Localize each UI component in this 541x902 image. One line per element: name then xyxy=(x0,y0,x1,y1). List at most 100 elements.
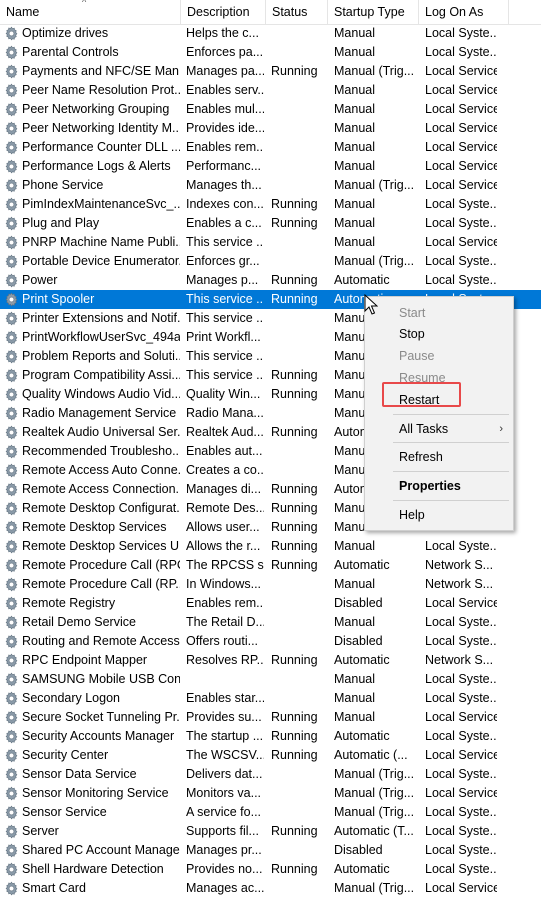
column-header-startup-type[interactable]: Startup Type xyxy=(328,0,419,24)
service-startup-type: Manual (Trig... xyxy=(334,64,415,78)
service-gear-icon xyxy=(4,102,19,117)
table-row[interactable]: Secondary Logon Enables star... Manual Loca… xyxy=(0,689,541,708)
service-log-on-as: Local Service xyxy=(425,710,497,724)
table-row[interactable]: Retail Demo Service The Retail D... Manual… xyxy=(0,613,541,632)
service-name: Realtek Audio Universal Ser... xyxy=(22,425,180,439)
sort-indicator-icon: ^ xyxy=(82,0,87,7)
context-menu: Start Stop Pause Resume Restart All Task… xyxy=(364,296,514,531)
table-row[interactable]: Phone Service Manages th... Manual (Trig..… xyxy=(0,176,541,195)
column-header-name[interactable]: ^ Name xyxy=(0,0,181,24)
table-row[interactable]: Sensor Service A service fo... Manual (Tri… xyxy=(0,803,541,822)
table-row[interactable]: Peer Networking Identity M... Provides id… xyxy=(0,119,541,138)
service-log-on-as: Network S... xyxy=(425,558,494,572)
service-startup-type: Manual (Trig... xyxy=(334,767,415,781)
service-name: Sensor Data Service xyxy=(22,767,137,781)
service-gear-icon xyxy=(4,729,19,744)
table-row[interactable]: Sensor Monitoring Service Monitors va... M… xyxy=(0,784,541,803)
service-description: This service ... xyxy=(186,311,264,325)
service-startup-type: Manual xyxy=(334,159,375,173)
menu-item-all-tasks[interactable]: All Tasks › xyxy=(365,419,513,439)
table-row[interactable]: Routing and Remote Access Offers routi...… xyxy=(0,632,541,651)
menu-item-refresh-label: Refresh xyxy=(399,450,443,464)
table-row[interactable]: RPC Endpoint Mapper Resolves RP... Running… xyxy=(0,651,541,670)
service-status: Running xyxy=(271,368,318,382)
table-row[interactable]: Secure Socket Tunneling Pr... Provides su… xyxy=(0,708,541,727)
table-row[interactable]: Shared PC Account Manager Manages pr... Di… xyxy=(0,841,541,860)
menu-item-pause-label: Pause xyxy=(399,349,435,363)
menu-item-pause[interactable]: Pause xyxy=(365,346,513,366)
table-row[interactable]: PNRP Machine Name Publi... This service .… xyxy=(0,233,541,252)
service-status xyxy=(271,765,327,784)
table-row[interactable]: Sensor Data Service Delivers dat... Manual… xyxy=(0,765,541,784)
service-description: This service ... xyxy=(186,292,264,306)
table-row[interactable]: Performance Logs & Alerts Performanc... Ma… xyxy=(0,157,541,176)
service-description: Enforces gr... xyxy=(186,254,260,268)
menu-item-properties[interactable]: Properties xyxy=(365,476,513,496)
table-row[interactable]: Peer Name Resolution Prot... Enables serv… xyxy=(0,81,541,100)
service-status: Running xyxy=(271,539,318,553)
table-row[interactable]: SAMSUNG Mobile USB Con... Manual Local Sys… xyxy=(0,670,541,689)
table-row[interactable]: Remote Procedure Call (RP... In Windows..… xyxy=(0,575,541,594)
menu-item-refresh[interactable]: Refresh xyxy=(365,447,513,467)
service-name: Program Compatibility Assi... xyxy=(22,368,180,382)
service-description: Print Workfl... xyxy=(186,330,261,344)
table-row[interactable]: Performance Counter DLL ... Enables rem..… xyxy=(0,138,541,157)
service-status: Running xyxy=(271,273,318,287)
table-row[interactable]: Remote Desktop Services U... Allows the r… xyxy=(0,537,541,556)
table-row[interactable]: Shell Hardware Detection Provides no... Ru… xyxy=(0,860,541,879)
table-row[interactable]: Payments and NFC/SE Man... Manages pa... R… xyxy=(0,62,541,81)
table-row[interactable]: Parental Controls Enforces pa... Manual Loc… xyxy=(0,43,541,62)
service-name: Routing and Remote Access xyxy=(22,634,180,648)
service-status xyxy=(271,100,327,119)
service-gear-icon xyxy=(4,482,19,497)
service-gear-icon xyxy=(4,368,19,383)
column-header-log-on-as[interactable]: Log On As xyxy=(419,0,509,24)
service-name: Print Spooler xyxy=(22,292,95,306)
service-status: Running xyxy=(271,653,318,667)
service-status: Running xyxy=(271,520,318,534)
table-row[interactable]: Remote Procedure Call (RPC) The RPCSS s..… xyxy=(0,556,541,575)
service-description: Manages th... xyxy=(186,178,262,192)
table-row[interactable]: Security Accounts Manager The startup ...… xyxy=(0,727,541,746)
service-description: Enables rem... xyxy=(186,596,264,610)
service-gear-icon xyxy=(4,121,19,136)
service-startup-type: Manual (Trig... xyxy=(334,178,415,192)
service-status xyxy=(271,233,327,252)
service-status: Running xyxy=(271,729,318,743)
service-status xyxy=(271,81,327,100)
menu-item-help[interactable]: Help xyxy=(365,505,513,525)
service-log-on-as: Local Syste... xyxy=(425,273,497,287)
table-row[interactable]: Peer Networking Grouping Enables mul... Ma… xyxy=(0,100,541,119)
menu-item-start[interactable]: Start xyxy=(365,303,513,323)
table-row[interactable]: Plug and Play Enables a c... Running Manual… xyxy=(0,214,541,233)
service-name: Peer Networking Identity M... xyxy=(22,121,180,135)
menu-item-help-label: Help xyxy=(399,508,425,522)
service-gear-icon xyxy=(4,634,19,649)
menu-item-stop[interactable]: Stop xyxy=(365,324,513,344)
service-startup-type: Automatic (T... xyxy=(334,824,414,838)
service-name: Remote Desktop Configurat... xyxy=(22,501,180,515)
service-status xyxy=(271,613,327,632)
service-startup-type: Manual xyxy=(334,577,375,591)
table-row[interactable]: Smart Card Manages ac... Manual (Trig... Lo… xyxy=(0,879,541,898)
table-row[interactable]: Server Supports fil... Running Automatic (T… xyxy=(0,822,541,841)
service-log-on-as: Local Service xyxy=(425,64,497,78)
table-row[interactable]: Power Manages p... Running Automatic Local S… xyxy=(0,271,541,290)
service-name: Peer Networking Grouping xyxy=(22,102,170,116)
service-status: Running xyxy=(271,425,318,439)
column-header-status[interactable]: Status xyxy=(266,0,328,24)
table-row[interactable]: PimIndexMaintenanceSvc_... Indexes con...… xyxy=(0,195,541,214)
table-row[interactable]: Portable Device Enumerator... Enforces gr… xyxy=(0,252,541,271)
table-row[interactable]: Optimize drives Helps the c... Manual Local… xyxy=(0,24,541,43)
service-description: Manages di... xyxy=(186,482,262,496)
service-gear-icon xyxy=(4,235,19,250)
column-header-description[interactable]: Description xyxy=(181,0,266,24)
service-name: Parental Controls xyxy=(22,45,119,59)
table-row[interactable]: Remote Registry Enables rem... Disabled Loc… xyxy=(0,594,541,613)
table-row[interactable]: Security Center The WSCSV... Running Automa… xyxy=(0,746,541,765)
service-gear-icon xyxy=(4,748,19,763)
service-description: Enables serv... xyxy=(186,83,264,97)
service-description: Performanc... xyxy=(186,159,262,173)
service-name: Shell Hardware Detection xyxy=(22,862,164,876)
service-status: Running xyxy=(271,748,318,762)
